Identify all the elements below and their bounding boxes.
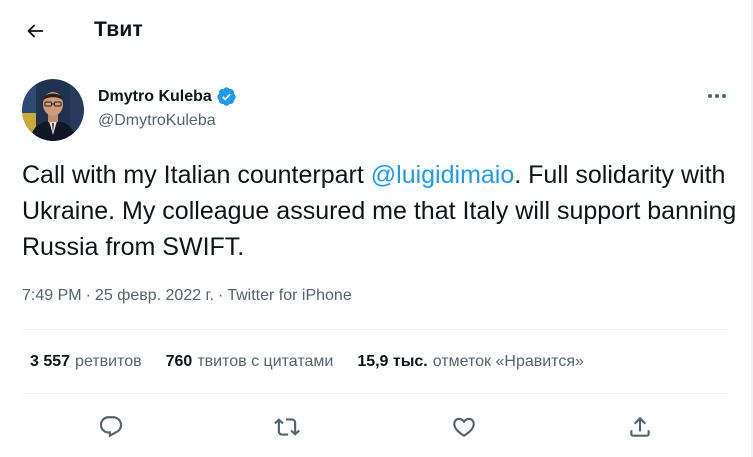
avatar[interactable] (22, 79, 84, 141)
reply-button[interactable] (89, 405, 133, 449)
likes-label: отметок «Нравится» (432, 353, 584, 370)
like-button[interactable] (442, 405, 486, 449)
likes-count: 15,9 тыс. (357, 353, 428, 370)
quotes-count: 760 (165, 353, 193, 370)
quotes-label: твитов с цитатами (197, 353, 334, 370)
retweets-label: ретвитов (75, 353, 142, 370)
mention-link[interactable]: @luigidimaio (371, 161, 515, 189)
retweets-stat[interactable]: 3 557 ретвитов (30, 353, 142, 371)
tweet-meta: 7:49 PM · 25 февр. 2022 г. · Twitter for… (22, 287, 352, 305)
share-button[interactable] (618, 405, 662, 449)
verified-badge-icon (217, 87, 236, 106)
tweet-source[interactable]: Twitter for iPhone (227, 287, 352, 305)
reply-icon (99, 416, 123, 438)
likes-stat[interactable]: 15,9 тыс. отметок «Нравится» (357, 353, 584, 371)
page-title: Твит (94, 18, 143, 41)
quotes-stat[interactable]: 760 твитов с цитатами (166, 353, 334, 371)
author-handle[interactable]: @DmytroKuleba (98, 112, 216, 130)
divider (22, 393, 729, 394)
retweet-button[interactable] (265, 405, 309, 449)
tweet-actions (0, 405, 751, 449)
tweet-text: Call with my Italian counterpart @luigid… (22, 157, 737, 265)
arrow-left-icon (27, 24, 44, 38)
tweet-detail-page: Твит Dmytro Kuleba @DmytroKuleba Call wi… (0, 0, 753, 457)
retweet-icon (274, 418, 300, 436)
page-header: Твит (0, 0, 751, 62)
back-button[interactable] (18, 14, 52, 48)
tweet-text-part: Call with my Italian counterpart (22, 161, 371, 189)
more-options-button[interactable] (700, 82, 734, 110)
divider (22, 329, 729, 330)
like-heart-icon (453, 417, 475, 437)
author-name[interactable]: Dmytro Kuleba (98, 88, 212, 106)
author-name-row: Dmytro Kuleba (98, 86, 237, 107)
meta-separator: · (217, 287, 224, 304)
meta-separator: · (85, 287, 91, 304)
tweet-time[interactable]: 7:49 PM (22, 287, 82, 305)
tweet-stats: 3 557 ретвитов 760 твитов с цитатами 15,… (30, 353, 608, 371)
share-icon (630, 416, 650, 437)
avatar-photo (22, 79, 84, 141)
more-horizontal-icon (708, 94, 726, 98)
retweets-count: 3 557 (30, 353, 71, 370)
tweet-date[interactable]: 25 февр. 2022 г. (95, 287, 214, 305)
